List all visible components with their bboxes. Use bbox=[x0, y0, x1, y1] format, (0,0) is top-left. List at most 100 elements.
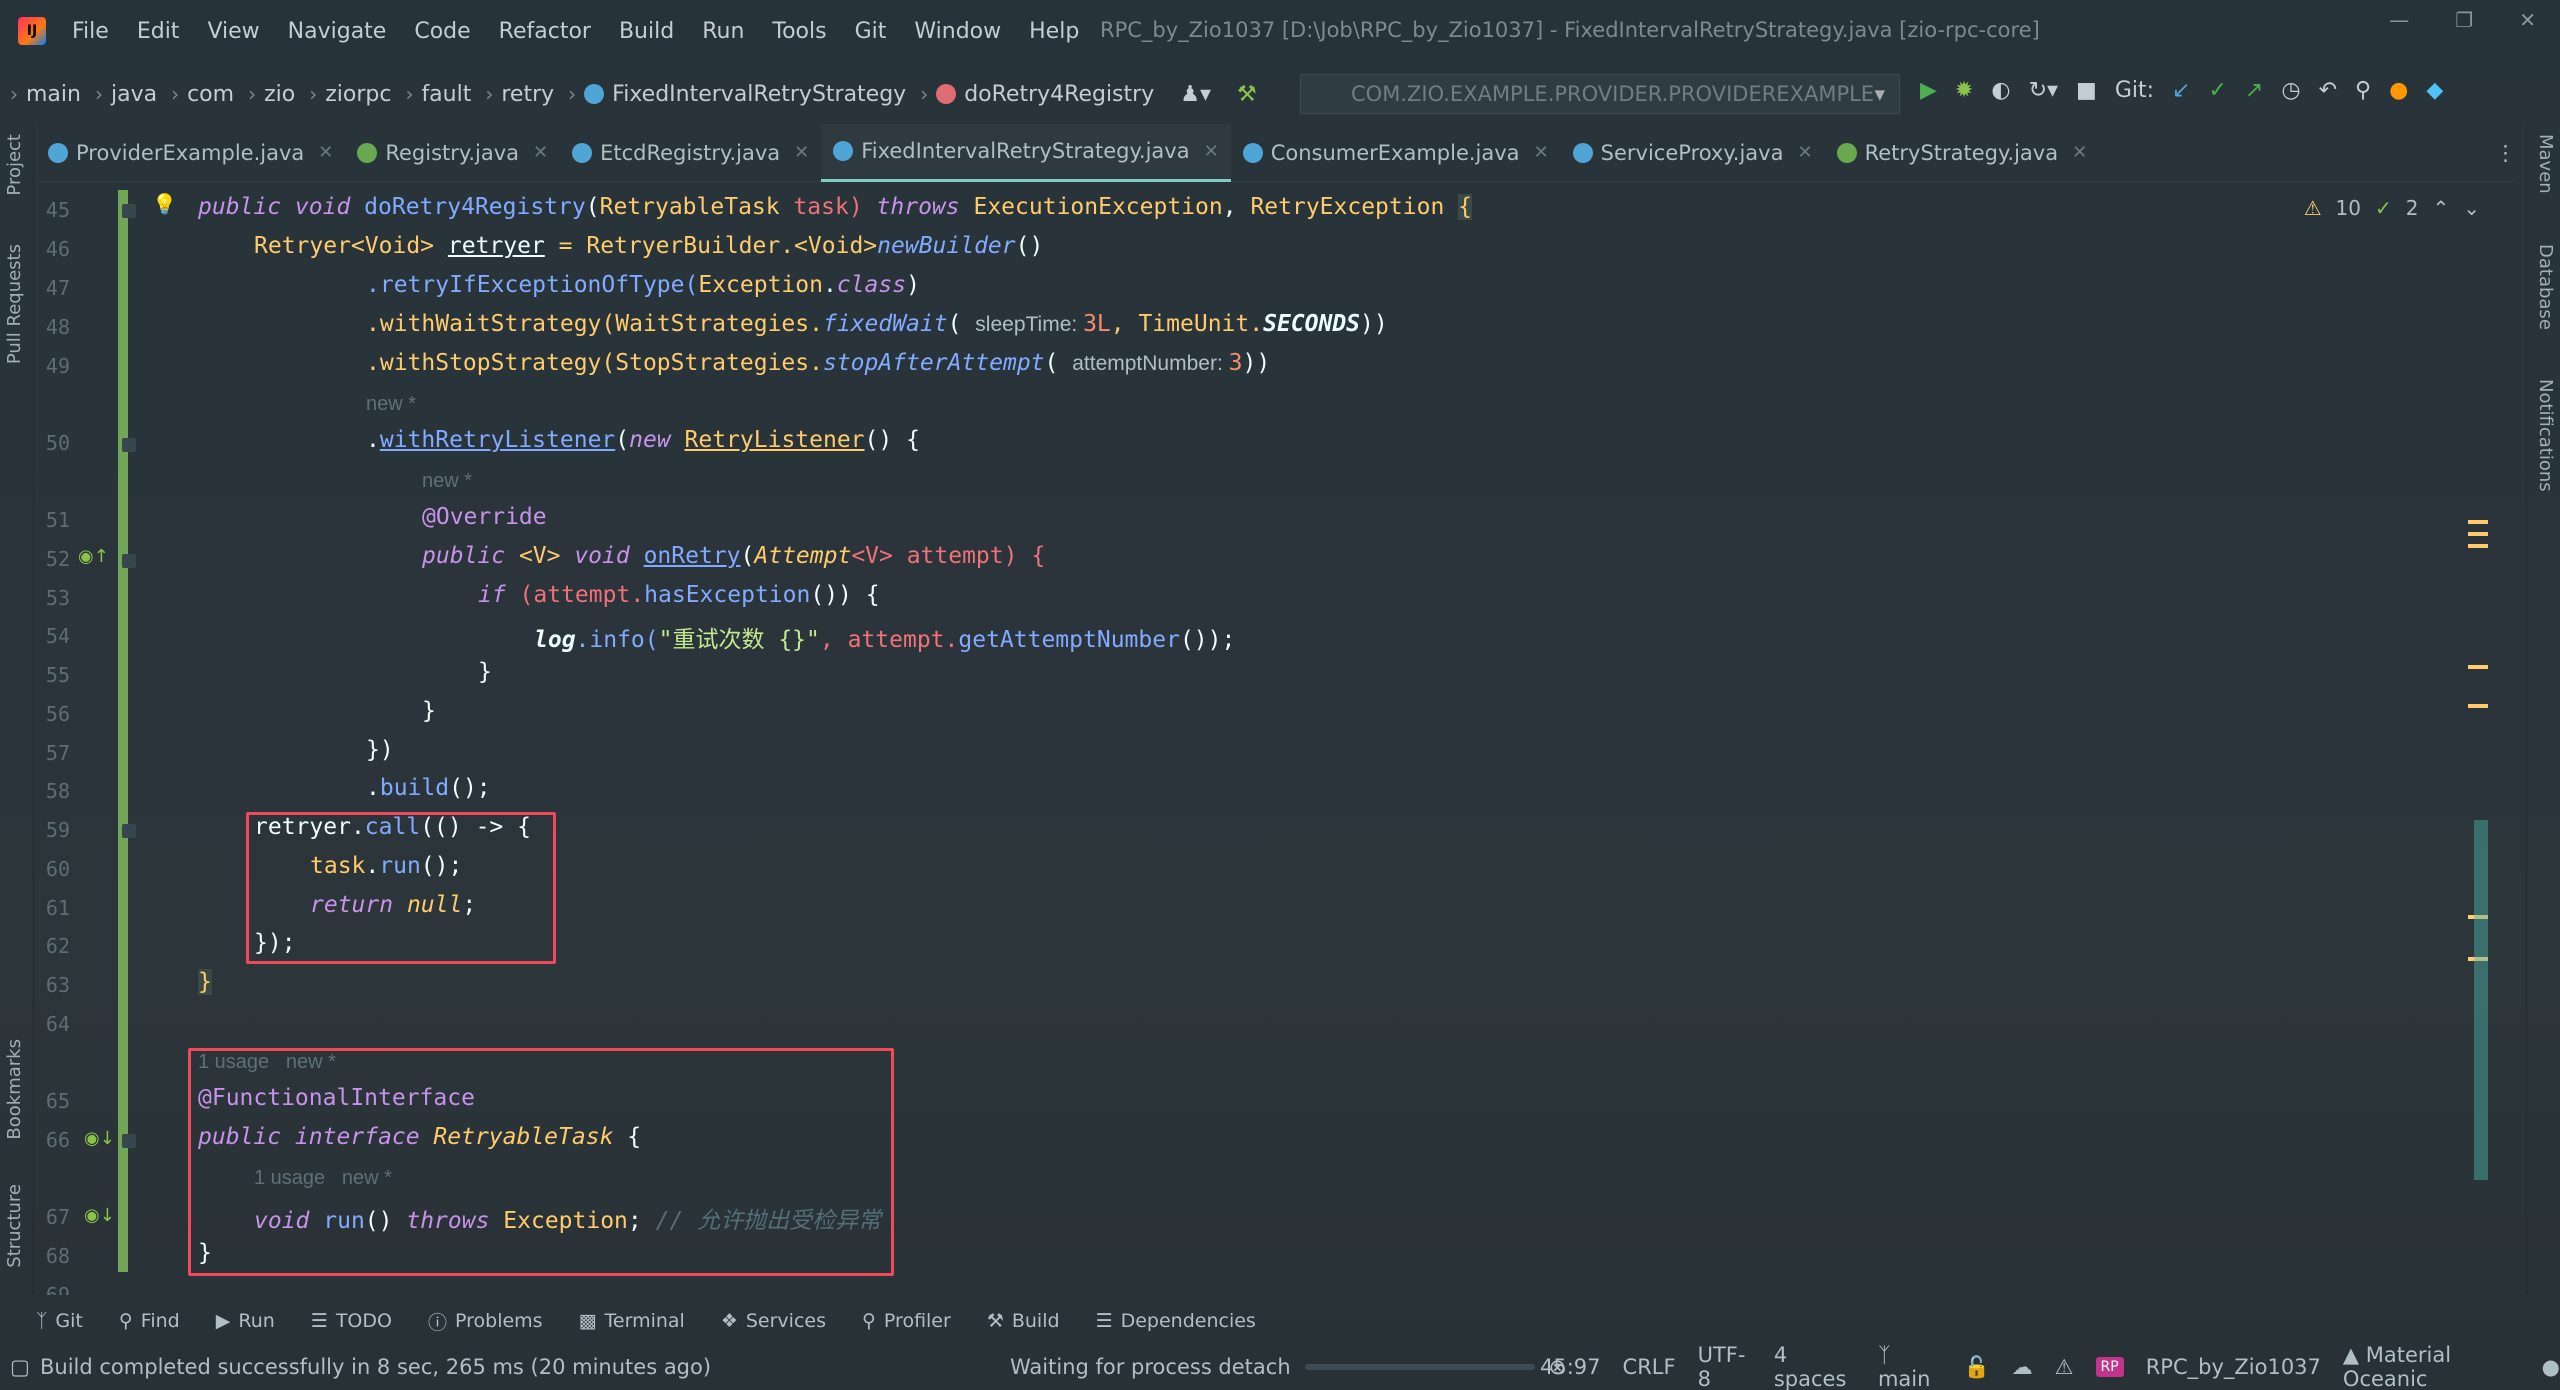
stop-icon[interactable]: ■ bbox=[2076, 78, 2097, 103]
menu-window[interactable]: Window bbox=[900, 19, 1015, 44]
git-update-icon[interactable]: ↙ bbox=[2172, 78, 2190, 103]
intellij-logo-icon[interactable]: IJ bbox=[18, 17, 46, 45]
menu-tools[interactable]: Tools bbox=[758, 19, 840, 44]
lock-icon[interactable]: 🔓 bbox=[1964, 1355, 1990, 1380]
tool-window-find[interactable]: ⚲ Find bbox=[119, 1310, 180, 1332]
more-tabs-icon[interactable]: ⋮ bbox=[2495, 141, 2516, 165]
pull-requests-panel-tab[interactable]: Pull Requests bbox=[4, 244, 25, 364]
breadcrumb-item[interactable]: ziorpc bbox=[325, 82, 391, 107]
breadcrumb-class[interactable]: FixedIntervalRetryStrategy bbox=[612, 82, 906, 107]
git-commit-icon[interactable]: ✓ bbox=[2208, 78, 2226, 103]
tool-window-terminal[interactable]: ▩ Terminal bbox=[579, 1310, 685, 1332]
structure-panel-tab[interactable]: Structure bbox=[4, 1184, 25, 1268]
menu-view[interactable]: View bbox=[193, 19, 273, 44]
breadcrumb-item[interactable]: fault bbox=[421, 82, 471, 107]
git-branch-widget[interactable]: ᛉ main bbox=[1878, 1343, 1942, 1390]
scrollbar-warning-mark[interactable] bbox=[2468, 544, 2488, 548]
chevron-down-icon[interactable]: ⌄ bbox=[2463, 196, 2480, 220]
tab-retry-strategy[interactable]: RetryStrategy.java ✕ bbox=[1825, 124, 2100, 182]
breadcrumb-item[interactable]: com bbox=[187, 82, 234, 107]
fold-icon[interactable] bbox=[122, 438, 136, 452]
tab-etcd-registry[interactable]: EtcdRegistry.java ✕ bbox=[560, 124, 821, 182]
plugin-icon[interactable]: ◆ bbox=[2426, 78, 2443, 103]
close-tab-icon[interactable]: ✕ bbox=[318, 142, 333, 163]
editor-scrollbar-thumb[interactable] bbox=[2474, 820, 2488, 1180]
notifications-panel-tab[interactable]: Notifications bbox=[2535, 379, 2556, 492]
lightbulb-icon[interactable]: 💡 bbox=[152, 192, 177, 216]
chevron-up-icon[interactable]: ⌃ bbox=[2432, 196, 2449, 220]
restore-icon[interactable]: ❐ bbox=[2455, 8, 2473, 32]
tool-window-dependencies[interactable]: ☰ Dependencies bbox=[1096, 1310, 1256, 1332]
scrollbar-warning-mark[interactable] bbox=[2468, 704, 2488, 708]
scrollbar-warning-mark[interactable] bbox=[2468, 520, 2488, 524]
close-tab-icon[interactable]: ✕ bbox=[794, 142, 809, 163]
scrollbar-warning-mark[interactable] bbox=[2468, 532, 2488, 536]
search-icon[interactable]: ⚲ bbox=[2355, 78, 2371, 103]
close-tab-icon[interactable]: ✕ bbox=[533, 142, 548, 163]
menu-file[interactable]: File bbox=[58, 19, 123, 44]
database-panel-tab[interactable]: Database bbox=[2535, 244, 2556, 330]
bookmarks-panel-tab[interactable]: Bookmarks bbox=[4, 1039, 25, 1140]
tab-service-proxy[interactable]: ServiceProxy.java ✕ bbox=[1561, 124, 1825, 182]
tab-consumer-example[interactable]: ConsumerExample.java ✕ bbox=[1231, 124, 1561, 182]
line-separator[interactable]: CRLF bbox=[1623, 1355, 1676, 1379]
close-icon[interactable]: ✕ bbox=[2519, 8, 2536, 32]
menu-build[interactable]: Build bbox=[605, 19, 688, 44]
tab-registry[interactable]: Registry.java ✕ bbox=[345, 124, 560, 182]
update-icon[interactable]: ● bbox=[2389, 78, 2408, 103]
coverage-icon[interactable]: ◐ bbox=[1991, 78, 2010, 103]
rollback-icon[interactable]: ↶ bbox=[2319, 78, 2337, 103]
maven-panel-tab[interactable]: Maven bbox=[2535, 134, 2556, 194]
tool-window-services[interactable]: ❖ Services bbox=[721, 1310, 826, 1332]
close-tab-icon[interactable]: ✕ bbox=[1534, 142, 1549, 163]
git-push-icon[interactable]: ↗ bbox=[2245, 78, 2263, 103]
breadcrumb-item[interactable]: zio bbox=[264, 82, 295, 107]
user-icon[interactable]: ♟▾ bbox=[1180, 82, 1211, 107]
tool-window-git[interactable]: ᛉ Git bbox=[36, 1310, 83, 1332]
tool-window-run[interactable]: ▶ Run bbox=[216, 1310, 275, 1332]
project-panel-tab[interactable]: Project bbox=[4, 134, 25, 196]
file-encoding[interactable]: UTF-8 bbox=[1698, 1343, 1752, 1390]
tool-window-build[interactable]: ⚒ Build bbox=[987, 1310, 1060, 1332]
override-marker-icon[interactable]: ◉↑ bbox=[78, 546, 109, 567]
fold-icon[interactable] bbox=[122, 824, 136, 838]
menu-navigate[interactable]: Navigate bbox=[274, 19, 401, 44]
tab-provider-example[interactable]: ProviderExample.java ✕ bbox=[36, 124, 345, 182]
fold-icon[interactable] bbox=[122, 554, 136, 568]
breadcrumb-item[interactable]: java bbox=[111, 82, 157, 107]
menu-code[interactable]: Code bbox=[400, 19, 484, 44]
menu-run[interactable]: Run bbox=[688, 19, 758, 44]
breadcrumb-method[interactable]: doRetry4Registry bbox=[964, 82, 1154, 107]
menu-refactor[interactable]: Refactor bbox=[485, 19, 605, 44]
close-tab-icon[interactable]: ✕ bbox=[2072, 142, 2087, 163]
scrollbar-warning-mark[interactable] bbox=[2468, 665, 2488, 669]
minimize-icon[interactable]: — bbox=[2389, 8, 2409, 32]
menu-help[interactable]: Help bbox=[1015, 19, 1093, 44]
menu-edit[interactable]: Edit bbox=[123, 19, 194, 44]
code-editor[interactable]: ⚠ 10 ✓ 2 ⌃ ⌄ 45 46 47 48 49 50 51 52 53 54… bbox=[34, 190, 2524, 1295]
tool-window-problems[interactable]: ⓘ Problems bbox=[428, 1308, 543, 1335]
profile-icon[interactable]: ↻▾ bbox=[2029, 78, 2058, 103]
fold-icon[interactable] bbox=[122, 204, 136, 218]
close-tab-icon[interactable]: ✕ bbox=[1204, 141, 1219, 162]
notifications-icon[interactable]: ● bbox=[2542, 1355, 2560, 1379]
close-tab-icon[interactable]: ✕ bbox=[1797, 142, 1812, 163]
indent-setting[interactable]: 4 spaces bbox=[1774, 1343, 1856, 1390]
tab-fixed-interval-retry-strategy[interactable]: FixedIntervalRetryStrategy.java ✕ bbox=[821, 124, 1231, 182]
power-save-icon[interactable]: ☁ bbox=[2012, 1355, 2033, 1379]
run-icon[interactable]: ▶ bbox=[1920, 78, 1937, 103]
breadcrumb-item[interactable]: retry bbox=[501, 82, 554, 107]
breadcrumb-item[interactable]: main bbox=[26, 82, 81, 107]
toggle-tool-windows-icon[interactable]: ▢ bbox=[10, 1355, 30, 1379]
implemented-marker-icon[interactable]: ◉↓ bbox=[84, 1205, 115, 1226]
inspection-widget[interactable]: ⚠ 10 ✓ 2 ⌃ ⌄ bbox=[2304, 196, 2480, 220]
theme-widget[interactable]: ▲ Material Oceanic bbox=[2343, 1343, 2520, 1390]
tool-window-profiler[interactable]: ⚲ Profiler bbox=[862, 1310, 951, 1332]
history-icon[interactable]: ◷ bbox=[2281, 78, 2300, 103]
project-name[interactable]: RPC_by_Zio1037 bbox=[2146, 1355, 2321, 1379]
code-vision-hint[interactable]: new * bbox=[366, 393, 416, 416]
implemented-marker-icon[interactable]: ◉↓ bbox=[84, 1128, 115, 1149]
status-message[interactable]: Build completed successfully in 8 sec, 2… bbox=[40, 1355, 711, 1379]
debug-icon[interactable]: ✹ bbox=[1955, 78, 1973, 103]
hammer-build-icon[interactable]: ⚒ bbox=[1237, 82, 1257, 107]
